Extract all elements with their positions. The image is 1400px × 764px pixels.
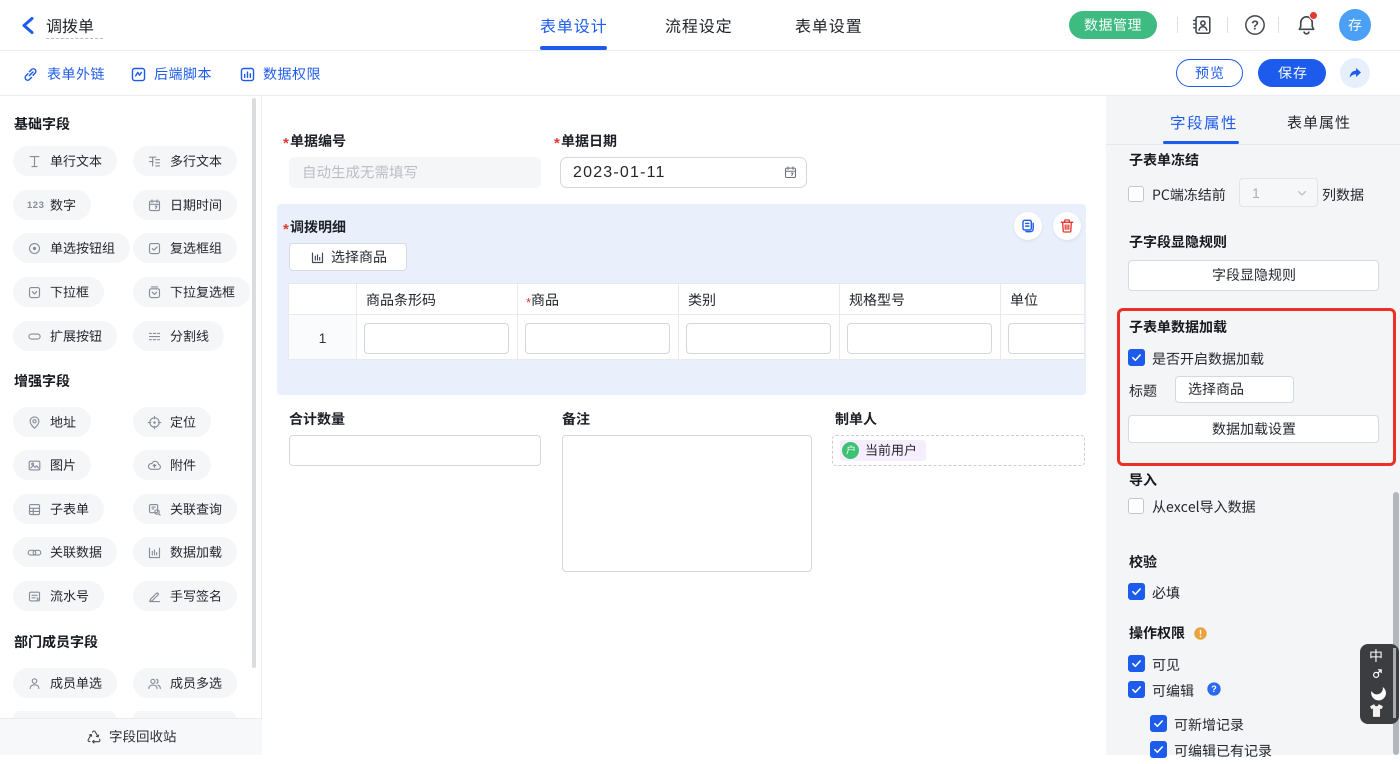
svg-text:?: ? — [1251, 18, 1259, 33]
svg-text:?: ? — [1211, 684, 1217, 694]
